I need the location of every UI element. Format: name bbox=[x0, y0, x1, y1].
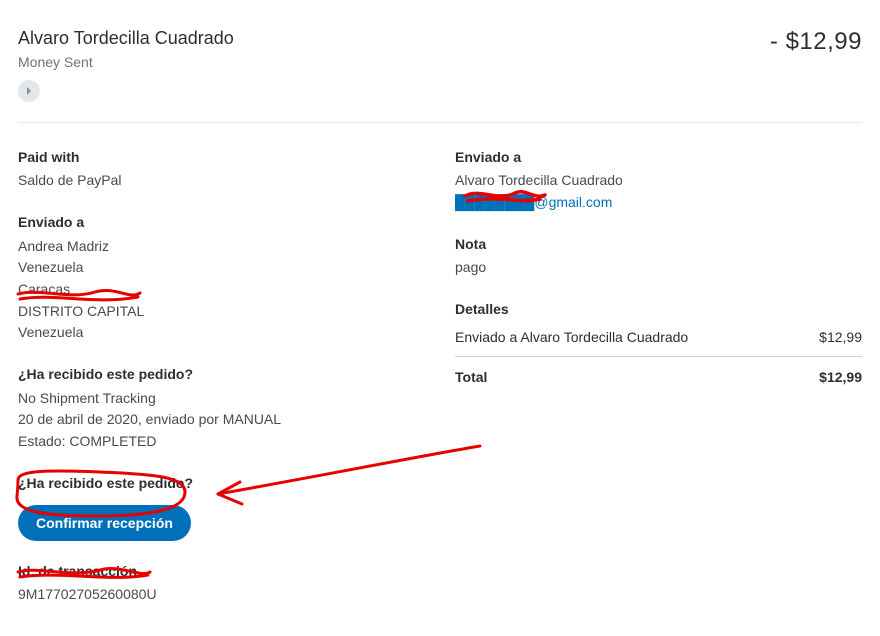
email-suffix: @gmail.com bbox=[534, 194, 612, 210]
total-row: Total $12,99 bbox=[455, 357, 862, 389]
transaction-amount: - $12,99 bbox=[770, 28, 862, 56]
tracking-line: Estado: COMPLETED bbox=[18, 431, 425, 453]
received-heading-2: ¿Ha recibido este pedido? bbox=[18, 473, 425, 495]
note-value: pago bbox=[455, 257, 862, 279]
ship-to-heading: Enviado a bbox=[18, 212, 425, 234]
total-amount: $12,99 bbox=[819, 367, 862, 389]
paid-with-heading: Paid with bbox=[18, 147, 425, 169]
left-column: Paid with Saldo de PayPal Enviado a Andr… bbox=[18, 147, 425, 606]
received-heading: ¿Ha recibido este pedido? bbox=[18, 364, 425, 386]
sent-to-heading: Enviado a bbox=[455, 147, 862, 169]
confirm-receipt-button[interactable]: Confirmar recepción bbox=[18, 505, 191, 541]
divider bbox=[18, 122, 862, 123]
address-line-redacted: DISTRITO CAPITAL bbox=[18, 301, 425, 323]
note-heading: Nota bbox=[455, 234, 862, 256]
transaction-id-heading: Id. de transacción bbox=[18, 561, 425, 583]
details-desc: Enviado a Alvaro Tordecilla Cuadrado bbox=[455, 327, 688, 349]
sent-to-name: Alvaro Tordecilla Cuadrado bbox=[455, 170, 862, 192]
address-line: Venezuela bbox=[18, 322, 425, 344]
address-line: Caracas bbox=[18, 279, 425, 301]
details-heading: Detalles bbox=[455, 299, 862, 321]
tracking-line: No Shipment Tracking bbox=[18, 388, 425, 410]
tracking-line: 20 de abril de 2020, enviado por MANUAL bbox=[18, 409, 425, 431]
right-column: Enviado a Alvaro Tordecilla Cuadrado ███… bbox=[455, 147, 862, 606]
address-line: Andrea Madriz bbox=[18, 236, 425, 258]
details-amount: $12,99 bbox=[819, 327, 862, 349]
paid-with-value: Saldo de PayPal bbox=[18, 170, 425, 192]
recipient-name: Alvaro Tordecilla Cuadrado bbox=[18, 28, 234, 50]
total-label: Total bbox=[455, 367, 487, 389]
expand-icon[interactable] bbox=[18, 80, 40, 102]
details-row: Enviado a Alvaro Tordecilla Cuadrado $12… bbox=[455, 323, 862, 358]
sent-to-email[interactable]: ████████@gmail.com bbox=[455, 192, 862, 214]
transaction-header: Alvaro Tordecilla Cuadrado Money Sent - … bbox=[18, 28, 862, 102]
transaction-type: Money Sent bbox=[18, 54, 234, 70]
address-line: Venezuela bbox=[18, 257, 425, 279]
email-redacted-part: ████████ bbox=[455, 194, 534, 210]
transaction-id-value: 9M17702705260080U bbox=[18, 584, 425, 606]
